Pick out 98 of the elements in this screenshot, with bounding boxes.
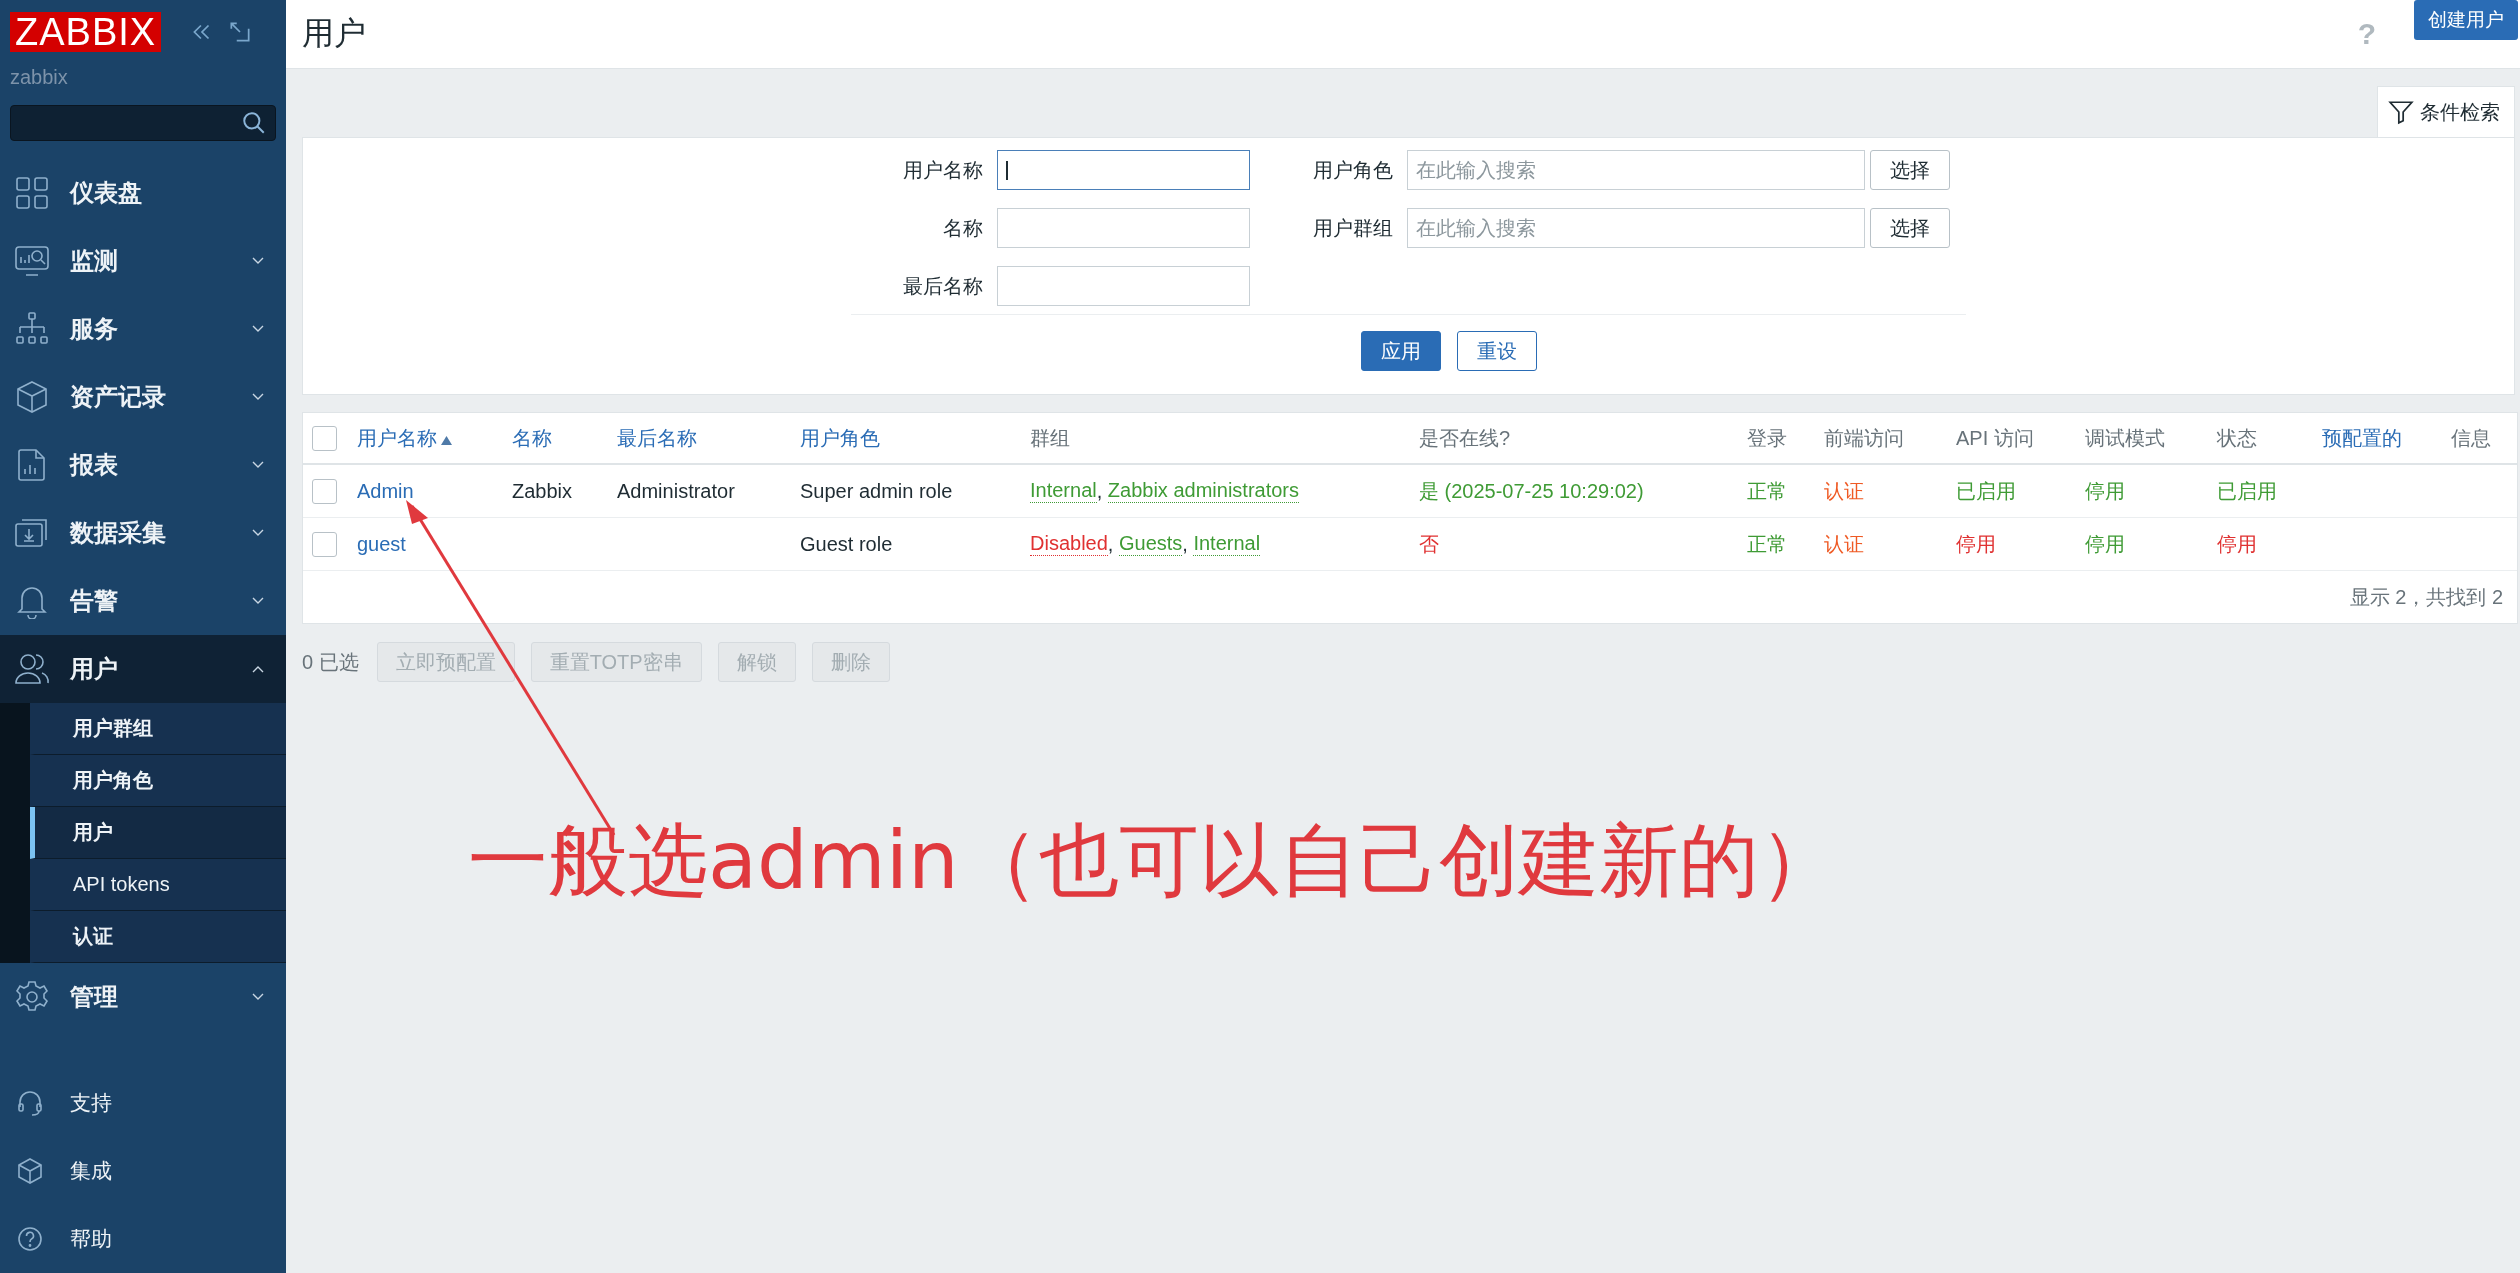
sitemap-icon: [14, 311, 50, 347]
table-cell: Administrator: [617, 479, 735, 503]
input-field[interactable]: [996, 150, 1250, 190]
field-label: 最后名称: [901, 273, 983, 299]
status-text: 已启用: [1956, 478, 2016, 504]
status-text: 停用: [2217, 531, 2257, 557]
sort-link[interactable]: 最后名称: [617, 424, 697, 452]
status-text: 认证: [1824, 531, 1864, 557]
headset-icon: [16, 1089, 44, 1117]
menu-item[interactable]: 告警: [0, 567, 286, 635]
submenu-item[interactable]: 用户角色: [30, 755, 286, 807]
field-label: 用户角色: [1311, 157, 1393, 183]
user-link[interactable]: guest: [357, 532, 406, 556]
field-label: 用户名称: [901, 157, 983, 183]
page-title: 用户: [302, 14, 367, 53]
column-header: 调试模式: [2085, 425, 2165, 451]
selected-count: 0 已选: [302, 649, 359, 675]
cube-icon: [14, 379, 50, 415]
separator: ,: [1107, 532, 1115, 556]
checkbox[interactable]: [312, 531, 337, 557]
column-header: 前端访问: [1824, 425, 1904, 451]
submenu-item[interactable]: 认证: [30, 911, 286, 963]
menu-item[interactable]: 帮助: [0, 1205, 286, 1273]
chevron-down-icon: [252, 993, 264, 1001]
status-text: 停用: [1956, 531, 1996, 557]
field-label: 用户群组: [1311, 215, 1393, 241]
status-text: 停用: [2085, 478, 2125, 504]
status-text: 正常: [1747, 531, 1787, 557]
column-header: 是否在线?: [1419, 425, 1511, 451]
result-count: 显示 2，共找到 2: [2349, 584, 2503, 610]
users-icon: [14, 651, 50, 687]
reset-button[interactable]: 重设: [1456, 331, 1537, 371]
chevron-down-icon: [252, 325, 264, 333]
sort-link[interactable]: 名称: [512, 424, 552, 452]
menu-item[interactable]: 监测: [0, 227, 286, 295]
table-cell: Zabbix: [512, 479, 573, 503]
status-text: 停用: [2085, 531, 2125, 557]
apply-button[interactable]: 应用: [1360, 331, 1441, 371]
annotation-text: 一般选admin（也可以自己创建新的）: [468, 813, 1839, 909]
group-link[interactable]: Disabled: [1030, 532, 1108, 556]
column-header: 登录: [1747, 425, 1787, 451]
sort-link[interactable]: 预配置的: [2322, 424, 2402, 452]
create-user-button[interactable]: 创建用户: [2414, 0, 2518, 40]
text-cursor: [1005, 161, 1008, 180]
table-cell: Super admin role: [800, 479, 953, 503]
status-text: 否: [1419, 531, 1439, 557]
status-text: 正常: [1747, 478, 1787, 504]
group-link[interactable]: Internal: [1030, 479, 1097, 503]
menu-item[interactable]: 用户: [0, 635, 286, 703]
separator: ,: [1182, 532, 1189, 556]
select-button[interactable]: 选择: [1869, 208, 1950, 248]
menu-item[interactable]: 报表: [0, 431, 286, 499]
status-text: 是 (2025-07-25 10:29:02): [1419, 478, 1644, 504]
checkbox[interactable]: [312, 425, 337, 451]
menu-item[interactable]: 仪表盘: [0, 159, 286, 227]
monitor-icon: [14, 243, 50, 279]
group-link[interactable]: Zabbix administrators: [1107, 479, 1300, 503]
chevron-down-icon: [252, 393, 264, 401]
checkbox[interactable]: [312, 478, 337, 504]
field-label: 名称: [941, 215, 983, 241]
status-text: 认证: [1824, 478, 1864, 504]
submenu-item[interactable]: API tokens: [30, 859, 286, 911]
menu-item[interactable]: 资产记录: [0, 363, 286, 431]
column-header: 群组: [1030, 425, 1070, 451]
column-header: API 访问: [1956, 425, 2034, 451]
menu-item[interactable]: 服务: [0, 295, 286, 363]
column-header: 信息: [2451, 425, 2491, 451]
column-header: 状态: [2217, 425, 2257, 451]
filter-tab[interactable]: 条件检索: [2377, 86, 2515, 137]
grid-icon: [14, 175, 50, 211]
server-name: zabbix: [9, 65, 69, 89]
menu-item[interactable]: 数据采集: [0, 499, 286, 567]
menu-item[interactable]: 集成: [0, 1137, 286, 1205]
search-field[interactable]: [10, 105, 276, 141]
group-link[interactable]: Guests: [1118, 532, 1183, 556]
menu-item[interactable]: 管理: [0, 963, 286, 1031]
separator: ,: [1096, 479, 1104, 503]
submenu-item[interactable]: 用户: [30, 807, 286, 859]
user-link[interactable]: Admin: [357, 479, 414, 503]
cube-icon: [16, 1157, 44, 1185]
chevron-down-icon: [252, 257, 264, 265]
sort-arrow-icon: [441, 435, 452, 445]
menu-item[interactable]: 支持: [0, 1069, 286, 1137]
chevron-down-icon: [252, 597, 264, 605]
select-button[interactable]: 选择: [1869, 150, 1950, 190]
chevron-down-icon: [252, 529, 264, 537]
status-text: 已启用: [2217, 478, 2277, 504]
sort-link[interactable]: 用户角色: [800, 424, 880, 452]
sort-link[interactable]: 用户名称: [357, 424, 452, 452]
table-cell: Guest role: [800, 532, 893, 556]
logo[interactable]: ZABBIX: [10, 12, 162, 52]
chevron-up-icon: [252, 665, 264, 673]
help-icon: [16, 1225, 44, 1253]
group-link[interactable]: Internal: [1193, 532, 1261, 556]
filter-icon: [2388, 99, 2414, 125]
chevron-down-icon: [252, 461, 264, 469]
search-icon[interactable]: [241, 110, 267, 136]
submenu-item[interactable]: 用户群组: [30, 703, 286, 755]
